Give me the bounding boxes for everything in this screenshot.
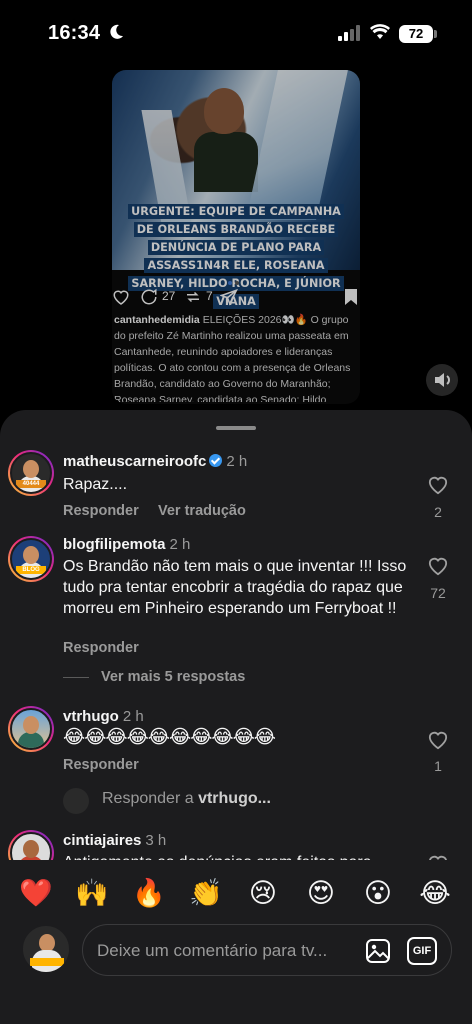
moon-icon <box>110 24 123 39</box>
comment-header: vtrhugo 2 h <box>63 708 144 725</box>
heart-icon[interactable] <box>427 475 449 495</box>
comment-username[interactable]: matheuscarneiroofc <box>63 453 206 470</box>
like-count: 72 <box>430 585 446 601</box>
comment-text: 😂😂😂😂😂😂😂😂😂😂 <box>63 726 276 748</box>
reaction-clap[interactable]: 👏 <box>186 874 226 914</box>
reaction-surprised[interactable]: 😮 <box>358 874 398 914</box>
avatar[interactable]: 40444 <box>8 450 54 496</box>
battery-tip <box>434 30 437 38</box>
wifi-icon <box>370 24 390 39</box>
comment-text: Os Brandão não tem mais o que inventar !… <box>63 558 407 617</box>
comment-username[interactable]: vtrhugo <box>63 708 119 725</box>
comment-time: 2 h <box>226 453 248 470</box>
comment-time: 2 h <box>122 708 144 725</box>
avatar <box>63 788 89 814</box>
comment-username[interactable]: blogfilipemota <box>63 536 166 553</box>
quick-reactions: ❤️ 🙌 🔥 👏 😢 😍 😮 😂 <box>0 874 472 914</box>
comment-time: 3 h <box>145 832 167 849</box>
gif-button[interactable]: GIF <box>407 937 437 965</box>
like-count: 1 <box>434 758 442 774</box>
reaction-laughing[interactable]: 😂 <box>415 874 455 914</box>
translate-button[interactable]: Ver tradução <box>158 503 246 519</box>
avatar[interactable] <box>8 706 54 752</box>
avatar[interactable]: BLOG <box>8 536 54 582</box>
status-time: 16:34 <box>48 22 101 44</box>
comment-text: Rapaz.... <box>63 476 128 493</box>
image-icon[interactable] <box>365 938 391 964</box>
heart-icon[interactable] <box>427 556 449 576</box>
reaction-raised-hands[interactable]: 🙌 <box>72 874 112 914</box>
divider-line <box>63 676 89 678</box>
comment-input[interactable] <box>97 939 357 963</box>
comment-header: matheuscarneiroofc 2 h <box>63 453 247 470</box>
battery-indicator: 72 <box>399 25 433 43</box>
reaction-heart[interactable]: ❤️ <box>16 874 56 914</box>
sheet-grabber[interactable] <box>216 426 256 430</box>
heart-icon[interactable] <box>427 730 449 750</box>
overlay-dim[interactable] <box>0 70 472 410</box>
status-bar: 16:34 72 <box>0 0 472 70</box>
verified-icon <box>209 454 223 467</box>
reply-button[interactable]: Responder <box>63 503 139 519</box>
reaction-crying[interactable]: 😢 <box>243 874 283 914</box>
reply-button[interactable]: Responder <box>63 757 139 773</box>
reply-button[interactable]: Responder <box>63 640 139 656</box>
like-count: 2 <box>434 504 442 520</box>
reaction-fire[interactable]: 🔥 <box>129 874 169 914</box>
cellular-signal-icon <box>338 25 360 41</box>
comment-composer-area: ❤️ 🙌 🔥 👏 😢 😍 😮 😂 GIF <box>0 860 472 1024</box>
comment-username[interactable]: cintiajaires <box>63 832 141 849</box>
reaction-heart-eyes[interactable]: 😍 <box>301 874 341 914</box>
comment-time: 2 h <box>169 536 191 553</box>
comment-header: cintiajaires 3 h <box>63 832 166 849</box>
comment-input-box[interactable]: GIF <box>82 924 452 976</box>
my-avatar <box>21 924 71 974</box>
comment-header: blogfilipemota 2 h <box>63 536 190 553</box>
